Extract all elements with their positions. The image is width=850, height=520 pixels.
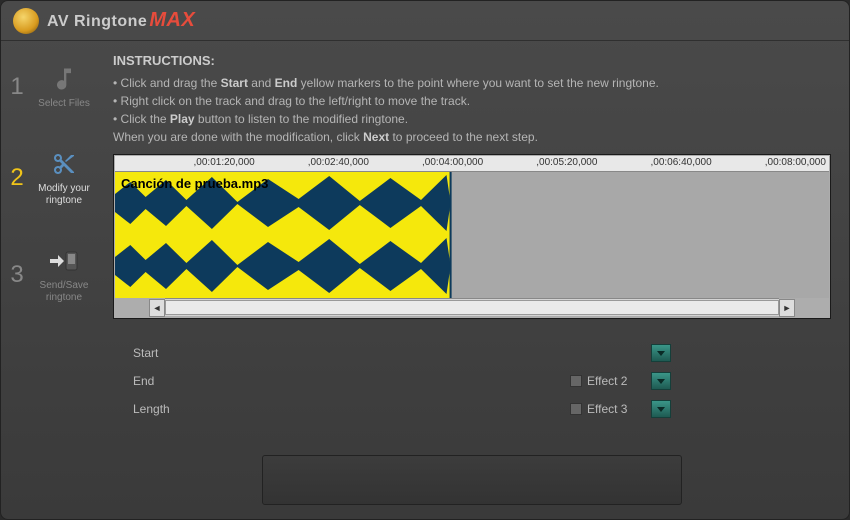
effect2-dropdown[interactable] (651, 372, 671, 390)
app-title: AV RingtoneMAX (47, 9, 195, 32)
step-number: 2 (7, 164, 27, 192)
waveform-editor[interactable]: ,00:01:20,000 ,00:02:40,000 ,00:04:00,00… (113, 154, 831, 319)
step-select-files[interactable]: 1 Select Files (1, 59, 101, 114)
step-label: Modify your ringtone (33, 183, 95, 207)
timeline-ruler[interactable]: ,00:01:20,000 ,00:02:40,000 ,00:04:00,00… (115, 156, 829, 172)
wizard-sidebar: 1 Select Files 2 Modify your ringtone (1, 41, 101, 519)
step-send-save[interactable]: 3 Send/Save ringtone (1, 241, 101, 308)
tick-label: ,00:08:00,000 (765, 157, 826, 168)
scroll-right-button[interactable]: ► (779, 299, 795, 317)
app-logo-icon (13, 8, 39, 34)
playback-panel[interactable] (262, 455, 682, 505)
effect3-label: Effect 3 (587, 402, 647, 416)
instructions-text: • Click and drag the Start and End yello… (113, 74, 831, 146)
horizontal-scrollbar[interactable] (165, 298, 779, 316)
step-number: 3 (7, 261, 27, 289)
parameters-panel: Start End Effect 2 Length (113, 339, 831, 423)
effect3-checkbox[interactable] (570, 403, 582, 415)
tick-label: ,00:06:40,000 (651, 157, 712, 168)
step-label: Select Files (38, 98, 90, 110)
app-window: AV RingtoneMAX 1 Select Files 2 (0, 0, 850, 520)
tick-label: ,00:05:20,000 (536, 157, 597, 168)
length-label: Length (113, 402, 193, 416)
music-note-icon (48, 63, 80, 95)
step-modify-ringtone[interactable]: 2 Modify your ringtone (1, 144, 101, 211)
device-arrow-icon (48, 245, 80, 277)
main-panel: INSTRUCTIONS: • Click and drag the Start… (101, 41, 849, 519)
effect3-dropdown[interactable] (651, 400, 671, 418)
effect1-dropdown[interactable] (651, 344, 671, 362)
bottom-toolbar (113, 455, 831, 511)
step-label: Send/Save ringtone (33, 280, 95, 304)
start-label: Start (113, 346, 193, 360)
scroll-left-button[interactable]: ◄ (149, 299, 165, 317)
end-label: End (113, 374, 193, 388)
tick-label: ,00:01:20,000 (194, 157, 255, 168)
scrollbar-thumb[interactable] (165, 300, 779, 315)
instructions-heading: INSTRUCTIONS: (113, 53, 831, 68)
effect2-label: Effect 2 (587, 374, 647, 388)
step-number: 1 (7, 73, 27, 101)
scissors-icon (48, 148, 80, 180)
tick-label: ,00:02:40,000 (308, 157, 369, 168)
titlebar: AV RingtoneMAX (1, 1, 849, 41)
track-filename: Canción de prueba.mp3 (121, 176, 268, 191)
waveform-track[interactable]: Canción de prueba.mp3 (115, 172, 829, 298)
tick-label: ,00:04:00,000 (422, 157, 483, 168)
effect2-checkbox[interactable] (570, 375, 582, 387)
